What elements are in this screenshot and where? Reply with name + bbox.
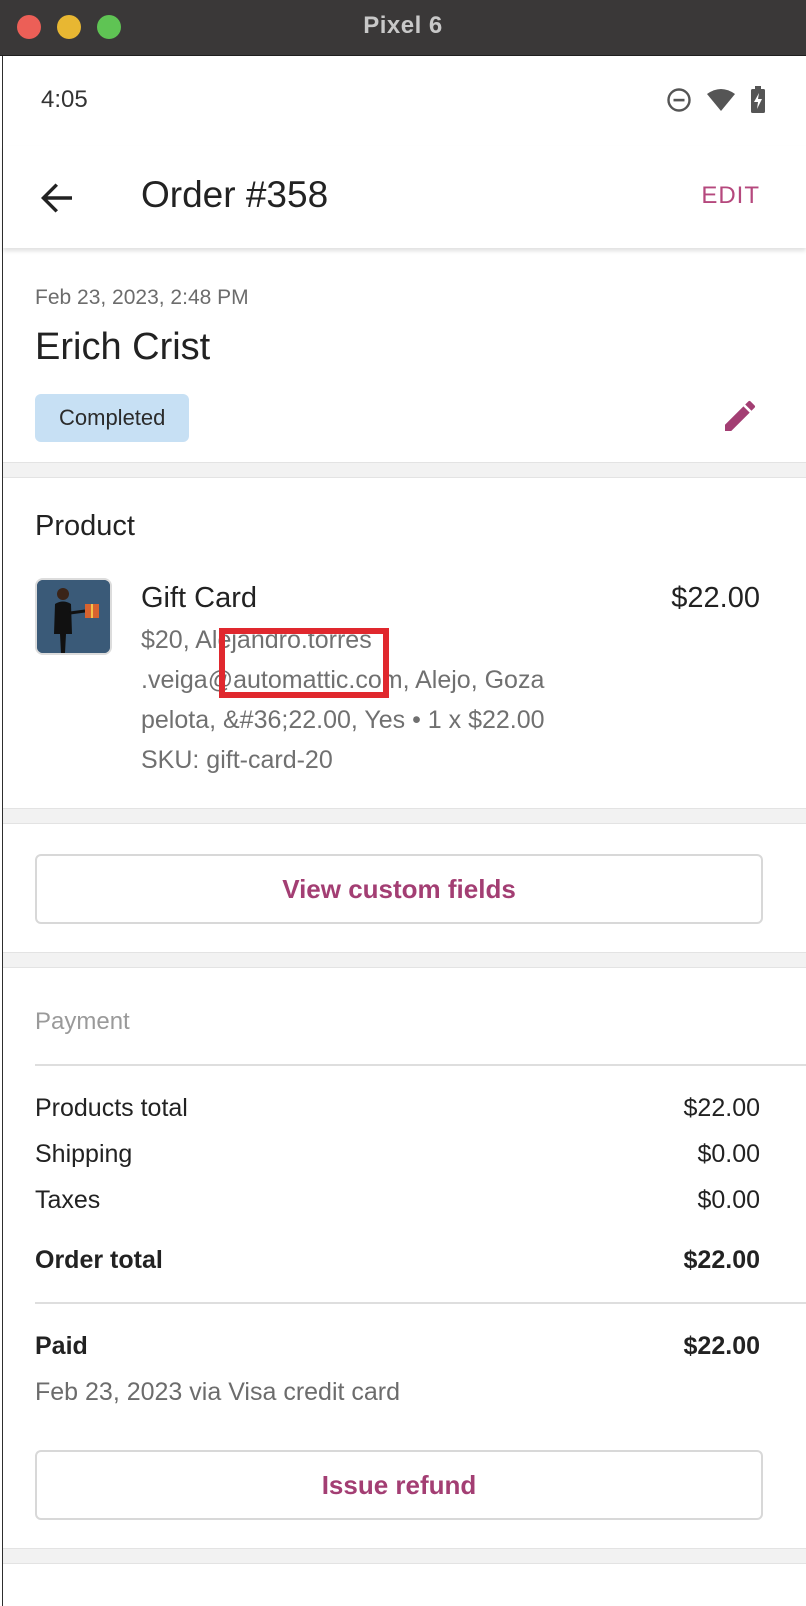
product-section-title: Product	[35, 510, 135, 542]
status-badge: Completed	[35, 394, 190, 442]
product-name: Gift Card	[141, 582, 258, 614]
payment-divider	[35, 1302, 806, 1304]
products-total-label: Products total	[35, 1094, 188, 1122]
paid-label: Paid	[35, 1332, 88, 1360]
paid-value: $22.00	[683, 1332, 760, 1360]
edit-status-pencil-icon[interactable]	[720, 396, 760, 436]
payment-divider	[35, 1064, 806, 1066]
wifi-icon	[707, 89, 735, 111]
order-total-value: $22.00	[683, 1246, 760, 1274]
taxes-value: $0.00	[697, 1186, 760, 1214]
edit-order-button[interactable]: EDIT	[701, 182, 760, 210]
customer-name: Erich Crist	[35, 326, 211, 368]
phone-screen: 4:05 Order #358 EDIT Feb 23, 2023, 2:48 …	[2, 56, 806, 1606]
back-button[interactable]	[35, 176, 79, 220]
gift-card-image	[37, 580, 110, 653]
product-section: Product Gift Card $22.00 $20, Alejandro.…	[3, 478, 806, 808]
product-sku: SKU: gift-card-20	[141, 746, 333, 774]
order-date: Feb 23, 2023, 2:48 PM	[35, 286, 249, 309]
highlight-annotation	[219, 628, 389, 698]
product-price: $22.00	[671, 582, 760, 614]
window-titlebar: Pixel 6	[0, 0, 806, 56]
product-meta-line: pelota, &#36;22.00, Yes • 1 x $22.00	[141, 706, 545, 734]
products-total-value: $22.00	[683, 1094, 760, 1122]
status-icons	[666, 86, 766, 114]
arrow-back-icon	[41, 183, 72, 213]
product-thumbnail	[35, 578, 112, 655]
payment-section: Payment Products total $22.00 Shipping $…	[3, 968, 806, 1538]
order-total-label: Order total	[35, 1246, 163, 1274]
custom-fields-section: View custom fields	[3, 824, 806, 952]
status-time: 4:05	[41, 86, 88, 113]
page-title: Order #358	[141, 174, 329, 215]
shipping-label: Shipping	[35, 1140, 133, 1168]
battery-charging-icon	[751, 86, 765, 113]
app-bar: Order #358 EDIT	[3, 146, 806, 248]
payment-method-note: Feb 23, 2023 via Visa credit card	[35, 1378, 401, 1406]
taxes-label: Taxes	[35, 1186, 101, 1214]
shipping-value: $0.00	[697, 1140, 760, 1168]
section-divider	[3, 808, 806, 824]
window-title: Pixel 6	[363, 12, 443, 39]
section-divider	[3, 462, 806, 478]
status-bar: 4:05	[3, 56, 806, 146]
section-divider	[3, 1548, 806, 1564]
section-divider	[3, 952, 806, 968]
issue-refund-button[interactable]: Issue refund	[35, 1450, 763, 1520]
view-custom-fields-button[interactable]: View custom fields	[35, 854, 763, 924]
order-summary-section: Feb 23, 2023, 2:48 PM Erich Crist Comple…	[3, 256, 806, 462]
payment-section-title: Payment	[35, 1008, 130, 1035]
do-not-disturb-icon	[667, 88, 691, 112]
